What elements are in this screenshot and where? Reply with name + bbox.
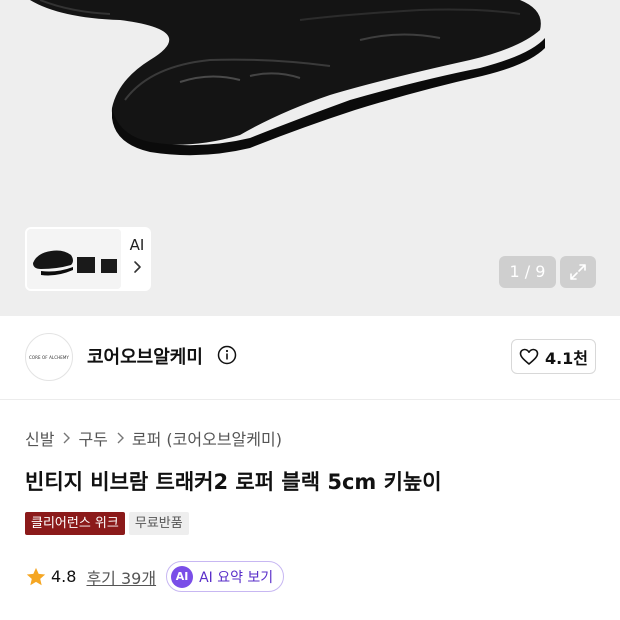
like-button[interactable]: 4.1천 [511,339,596,374]
thumbnail-ai-label: AI [129,236,145,254]
image-counter: 1 / 9 [499,256,556,288]
brand-row: CORE OF ALCHEMY 코어오브알케미 4.1천 [0,316,620,400]
clearance-badge: 클리어런스 위크 [25,512,125,535]
expand-image-button[interactable] [560,256,596,288]
heart-icon [519,348,539,365]
chevron-right-icon [117,432,124,444]
expand-icon [570,264,586,280]
rating-value: 4.8 [51,567,77,586]
brand-logo[interactable]: CORE OF ALCHEMY [25,333,73,381]
info-icon[interactable] [217,345,237,365]
ai-thumbnail-card[interactable]: AI [25,227,151,291]
ai-icon: AI [171,565,194,588]
breadcrumb-item-shoes[interactable]: 신발 [25,426,54,450]
breadcrumb: 신발 구두 로퍼 (코어오브알케미) [25,426,282,450]
breadcrumb-item-dress-shoes[interactable]: 구두 [78,426,107,450]
star-icon [26,567,46,585]
ai-summary-button[interactable]: AI AI 요약 보기 [166,561,285,592]
thumbnail-image [27,229,121,289]
ai-summary-label: AI 요약 보기 [199,569,274,586]
reviews-link[interactable]: 후기 39개 [86,565,156,589]
breadcrumb-item-loafer[interactable]: 로퍼 (코어오브알케미) [132,426,282,450]
rating-row: 4.8 후기 39개 AI AI 요약 보기 [25,561,285,592]
product-title: 빈티지 비브람 트래커2 로퍼 블랙 5cm 키높이 [25,470,442,494]
brand-name[interactable]: 코어오브알케미 [87,343,203,369]
free-return-badge: 무료반품 [128,512,189,535]
chevron-right-icon [63,432,71,444]
chevron-right-icon [134,261,141,273]
badge-group: 클리어런스 위크 무료반품 [25,512,189,535]
product-image-gallery[interactable]: AI 1 / 9 [0,0,620,316]
like-count: 4.1천 [544,348,589,368]
